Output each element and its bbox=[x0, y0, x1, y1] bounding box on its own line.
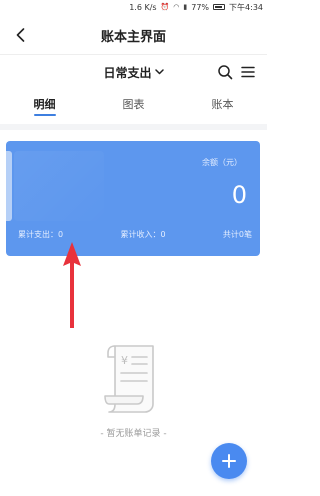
empty-state-text: - 暂无账单记录 - bbox=[100, 429, 167, 439]
tab-details-label: 明细 bbox=[33, 98, 56, 111]
annotation-arrow bbox=[63, 242, 81, 328]
total-income: 累计收入：0 bbox=[120, 230, 166, 239]
status-bar: 1.6 K/s ⏰ ◠ ▮ 77% 下午4:34 bbox=[0, 0, 267, 14]
chevron-left-icon bbox=[16, 28, 24, 42]
signal-icon: ▮ bbox=[183, 3, 188, 11]
header-divider bbox=[0, 54, 267, 55]
tab-details[interactable]: 明细 bbox=[0, 93, 89, 119]
receipt-scroll-icon: ¥ bbox=[103, 345, 154, 413]
title-bar: 账本主界面 bbox=[0, 20, 267, 50]
card-edge-decoration bbox=[6, 151, 12, 221]
active-tab-indicator bbox=[33, 114, 56, 116]
clock: 下午4:34 bbox=[229, 2, 263, 12]
total-count: 共计0笔 bbox=[222, 230, 252, 239]
network-speed: 1.6 K/s bbox=[129, 2, 157, 12]
tab-ledger-label: 账本 bbox=[211, 98, 234, 111]
wifi-icon: ◠ bbox=[173, 3, 180, 11]
svg-text:¥: ¥ bbox=[121, 354, 128, 367]
battery-icon bbox=[213, 4, 226, 10]
balance-label: 余额（元） bbox=[202, 158, 242, 167]
chevron-down-icon bbox=[154, 69, 164, 75]
card-stats: 累计支出：0 累计收入：0 共计0笔 bbox=[18, 229, 252, 243]
battery-percent: 77% bbox=[191, 2, 210, 12]
tab-charts[interactable]: 图表 bbox=[89, 93, 178, 119]
search-icon[interactable] bbox=[217, 64, 233, 80]
section-separator bbox=[0, 124, 267, 130]
card-blurred-area bbox=[14, 151, 104, 221]
total-expense: 累计支出：0 bbox=[18, 230, 64, 239]
ledger-type-dropdown[interactable]: 日常支出 bbox=[103, 64, 164, 81]
add-record-button[interactable] bbox=[211, 443, 247, 479]
filter-bar: 日常支出 bbox=[0, 58, 267, 86]
tab-bar: 明细 图表 账本 bbox=[0, 93, 267, 119]
alarm-icon: ⏰ bbox=[160, 3, 170, 11]
balance-value: 0 bbox=[231, 181, 247, 209]
back-button[interactable] bbox=[9, 22, 31, 48]
plus-icon bbox=[222, 454, 236, 468]
summary-card[interactable]: 余额（元） 0 累计支出：0 累计收入：0 共计0笔 bbox=[6, 141, 260, 256]
tab-ledger[interactable]: 账本 bbox=[178, 93, 267, 119]
tab-charts-label: 图表 bbox=[122, 98, 145, 111]
page-title: 账本主界面 bbox=[100, 29, 166, 45]
menu-icon[interactable] bbox=[240, 64, 256, 80]
empty-state: ¥ - 暂无账单记录 - bbox=[0, 340, 267, 450]
ledger-type-label: 日常支出 bbox=[103, 65, 152, 80]
